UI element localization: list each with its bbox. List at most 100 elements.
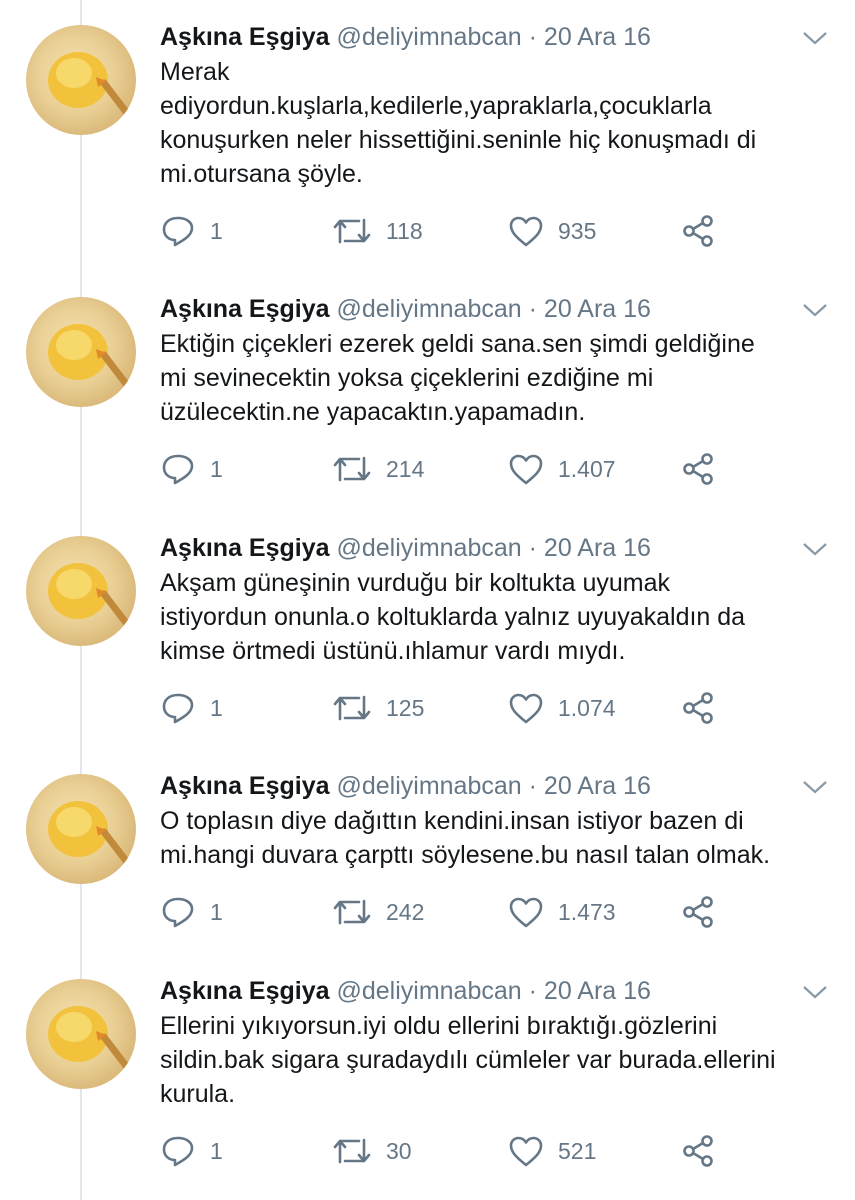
like-count: 1.407	[558, 455, 616, 482]
tweet-date[interactable]: 20 Ara 16	[544, 772, 651, 800]
tweet-text-line: mi.otursana şöyle.	[160, 160, 363, 188]
chick-avatar-icon	[48, 563, 134, 632]
user-name[interactable]: Aşkına Eşgiya	[160, 23, 330, 51]
tweet-text: Merak ediyordun.kuşlarla,kedilerle,yapra…	[160, 55, 820, 191]
chevron-down-icon[interactable]	[800, 538, 830, 560]
tweet-text-line: Akşam güneşinin vurduğu bir koltukta uyu…	[160, 569, 670, 597]
tweet-actions: 1 30 521	[160, 1131, 760, 1171]
like-button[interactable]: 1.074	[508, 688, 616, 728]
share-button[interactable]	[680, 449, 716, 489]
tweet-text-line: Ektiğin çiçekleri ezerek geldi sana.sen …	[160, 330, 755, 358]
retweet-count: 242	[386, 898, 425, 925]
user-handle[interactable]: @deliyimnabcan	[336, 772, 521, 800]
tweet-header: Aşkına Eşgiya @deliyimnabcan · 20 Ara 16	[160, 17, 651, 57]
tweet-text-line: konuşurken neler hissettiğini.seninle hi…	[160, 126, 757, 154]
tweet-actions: 1 214 1.407	[160, 449, 760, 489]
tweet-date[interactable]: 20 Ara 16	[544, 977, 651, 1005]
tweet-text-line: üzülecektin.ne yapacaktın.yapamadın.	[160, 398, 586, 426]
tweet-date[interactable]: 20 Ara 16	[544, 295, 651, 323]
tweet-actions: 1 125 1.074	[160, 688, 760, 728]
tweet-text-line: mi sevinecektin yoksa çiçeklerini ezdiği…	[160, 364, 654, 392]
retweet-count: 118	[386, 217, 423, 244]
tweet-text-line: kurula.	[160, 1080, 236, 1108]
avatar[interactable]	[26, 979, 136, 1089]
tweet-date[interactable]: 20 Ara 16	[544, 534, 651, 562]
like-button[interactable]: 1.473	[508, 892, 616, 932]
avatar[interactable]	[26, 536, 136, 646]
tweet-text-line: mi.hangi duvara çarpttı söylesene.bu nas…	[160, 841, 771, 869]
heart-icon	[509, 693, 543, 724]
tweet-text: O toplasın diye dağıttın kendini.insan i…	[160, 804, 820, 872]
chevron-down-icon[interactable]	[800, 981, 830, 1003]
heart-icon	[509, 454, 543, 485]
like-button[interactable]: 935	[508, 211, 596, 251]
share-icon	[683, 215, 713, 247]
retweet-icon	[333, 218, 371, 244]
like-count: 1.074	[558, 694, 616, 721]
user-handle[interactable]: @deliyimnabcan	[336, 534, 521, 562]
chevron-down-icon[interactable]	[800, 299, 830, 321]
tweet-header: Aşkına Eşgiya @deliyimnabcan · 20 Ara 16	[160, 528, 651, 568]
reply-icon	[162, 454, 194, 485]
reply-button[interactable]: 1	[160, 892, 223, 932]
chevron-down-icon[interactable]	[800, 27, 830, 49]
tweet-text: Ellerini yıkıyorsun.iyi oldu ellerini bı…	[160, 1009, 820, 1111]
reply-icon	[162, 693, 194, 724]
tweet-text-line: sildin.bak sigara şuradaydılı cümleler v…	[160, 1046, 776, 1074]
separator-dot: ·	[528, 772, 537, 800]
share-icon	[683, 896, 713, 928]
retweet-icon	[333, 899, 371, 925]
share-icon	[683, 1135, 713, 1167]
user-handle[interactable]: @deliyimnabcan	[336, 977, 521, 1005]
share-button[interactable]	[680, 211, 716, 251]
share-icon	[683, 453, 713, 485]
reply-button[interactable]: 1	[160, 1131, 223, 1171]
like-button[interactable]: 1.407	[508, 449, 616, 489]
heart-icon	[509, 216, 543, 247]
like-count: 521	[558, 1137, 597, 1164]
retweet-button[interactable]: 242	[332, 892, 424, 932]
chevron-down-icon[interactable]	[800, 776, 830, 798]
avatar[interactable]	[26, 297, 136, 407]
tweet-date[interactable]: 20 Ara 16	[544, 23, 651, 51]
reply-count: 1	[210, 1137, 223, 1164]
reply-button[interactable]: 1	[160, 688, 223, 728]
share-button[interactable]	[680, 1131, 716, 1171]
retweet-count: 214	[386, 455, 425, 482]
retweet-button[interactable]: 125	[332, 688, 424, 728]
retweet-button[interactable]: 118	[332, 211, 423, 251]
like-button[interactable]: 521	[508, 1131, 596, 1171]
retweet-count: 125	[386, 694, 425, 721]
user-name[interactable]: Aşkına Eşgiya	[160, 772, 330, 800]
tweet-header: Aşkına Eşgiya @deliyimnabcan · 20 Ara 16	[160, 289, 651, 329]
retweet-button[interactable]: 30	[332, 1131, 412, 1171]
retweet-button[interactable]: 214	[332, 449, 424, 489]
share-icon	[683, 692, 713, 724]
reply-icon	[162, 1136, 194, 1167]
tweet-actions: 1 242 1.473	[160, 892, 760, 932]
tweet-text-line: O toplasın diye dağıttın kendini.insan i…	[160, 807, 744, 835]
tweet-text-line: Ellerini yıkıyorsun.iyi oldu ellerini bı…	[160, 1012, 718, 1040]
tweet-actions: 1 118 935	[160, 211, 760, 251]
tweet-text-line: kimse örtmedi üstünü.ıhlamur vardı mıydı…	[160, 637, 626, 665]
user-name[interactable]: Aşkına Eşgiya	[160, 977, 330, 1005]
user-name[interactable]: Aşkına Eşgiya	[160, 295, 330, 323]
reply-button[interactable]: 1	[160, 211, 223, 251]
avatar[interactable]	[26, 25, 136, 135]
separator-dot: ·	[528, 977, 537, 1005]
heart-icon	[509, 897, 543, 928]
reply-count: 1	[210, 898, 223, 925]
reply-button[interactable]: 1	[160, 449, 223, 489]
share-button[interactable]	[680, 892, 716, 932]
chick-avatar-icon	[48, 1006, 134, 1075]
share-button[interactable]	[680, 688, 716, 728]
separator-dot: ·	[528, 534, 537, 562]
user-handle[interactable]: @deliyimnabcan	[336, 23, 521, 51]
avatar[interactable]	[26, 774, 136, 884]
chick-avatar-icon	[48, 324, 134, 393]
heart-icon	[509, 1136, 543, 1167]
chick-avatar-icon	[48, 52, 134, 121]
user-name[interactable]: Aşkına Eşgiya	[160, 534, 330, 562]
user-handle[interactable]: @deliyimnabcan	[336, 295, 521, 323]
reply-count: 1	[210, 455, 223, 482]
